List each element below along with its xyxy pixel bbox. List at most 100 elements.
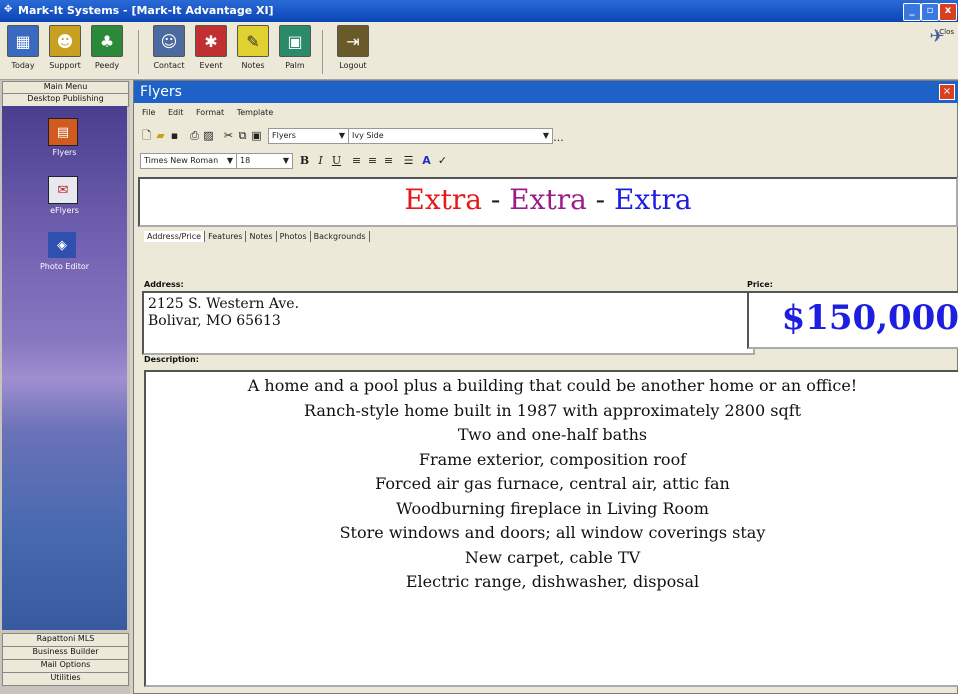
sidebar-business-builder[interactable]: Business Builder <box>2 646 129 660</box>
align-center-icon[interactable]: ≡ <box>366 154 379 167</box>
tab-photos[interactable]: Photos <box>277 231 311 242</box>
bold-icon[interactable]: B <box>298 154 311 167</box>
support-button[interactable]: ☻ Support <box>44 25 86 77</box>
sidebar-mail-options[interactable]: Mail Options <box>2 659 129 673</box>
cut-icon[interactable]: ✂ <box>222 129 235 142</box>
print-icon[interactable]: ⎙ <box>188 129 201 142</box>
headline-field[interactable]: Extra - Extra - Extra <box>138 177 958 227</box>
contact-icon: ☺ <box>153 25 185 57</box>
headline-part-2: Extra <box>509 183 587 216</box>
toolbar-separator <box>322 30 323 74</box>
address-line-1: 2125 S. Western Ave. <box>148 296 300 312</box>
event-button[interactable]: ✱ Event <box>190 25 232 77</box>
paste-icon[interactable]: ▣ <box>250 129 263 142</box>
peedy-label: Peedy <box>94 61 120 70</box>
parrot-icon: ♣ <box>91 25 123 57</box>
align-right-icon[interactable]: ≡ <box>382 154 395 167</box>
size-select[interactable]: 18 ▼ <box>236 153 293 169</box>
description-line: Frame exterior, composition roof <box>418 449 687 469</box>
chevron-down-icon: ▼ <box>542 131 549 140</box>
sidebar-panel: ▤ Flyers ✉ eFlyers ◈ Photo Editor <box>2 106 127 630</box>
description-line: Electric range, dishwasher, disposal <box>405 572 700 591</box>
eflyer-icon[interactable]: ✉ <box>48 176 78 204</box>
description-line: Ranch-style home built in 1987 with appr… <box>303 400 802 420</box>
size-select-value: 18 <box>240 156 251 165</box>
contact-button[interactable]: ☺ Contact <box>148 25 190 77</box>
description-field[interactable]: A home and a pool plus a building that c… <box>144 370 958 687</box>
bullets-icon[interactable]: ☰ <box>402 154 415 167</box>
more-button[interactable]: ... <box>552 131 565 144</box>
sidebar-item-eflyers[interactable]: eFlyers <box>2 206 127 215</box>
toolbar-separator <box>138 30 139 74</box>
notes-button[interactable]: ✎ Notes <box>232 25 274 77</box>
today-button[interactable]: ▦ Today <box>2 25 44 77</box>
font-color-icon[interactable]: A <box>420 154 433 167</box>
menu-file[interactable]: File <box>142 108 155 117</box>
event-icon: ✱ <box>195 25 227 57</box>
flyers-close-button[interactable]: × <box>939 84 955 100</box>
address-label: Address: <box>144 280 184 289</box>
italic-icon[interactable]: I <box>314 154 327 167</box>
peedy-button[interactable]: ♣ Peedy <box>86 25 128 77</box>
tab-backgrounds[interactable]: Backgrounds <box>311 231 370 242</box>
event-label: Event <box>199 61 223 70</box>
menu-format[interactable]: Format <box>196 108 224 117</box>
restore-button[interactable]: ▫ <box>921 3 939 21</box>
font-select[interactable]: Times New Roman ▼ <box>140 153 237 169</box>
flyer-icon[interactable]: ▤ <box>48 118 78 146</box>
tab-features[interactable]: Features <box>205 231 247 242</box>
description-label: Description: <box>144 355 199 364</box>
palm-button[interactable]: ▣ Palm <box>274 25 316 77</box>
logout-icon: ⇥ <box>337 25 369 57</box>
chevron-down-icon: ▼ <box>338 131 345 140</box>
minimize-button[interactable]: _ <box>903 3 921 21</box>
template-select[interactable]: Flyers ▼ <box>268 128 349 144</box>
description-line: Two and one-half baths <box>457 425 648 444</box>
open-icon[interactable]: ▰ <box>154 129 167 142</box>
underline-icon[interactable]: U <box>330 154 343 167</box>
sidebar-item-flyers[interactable]: Flyers <box>2 148 127 157</box>
photo-editor-icon[interactable]: ◈ <box>48 232 76 258</box>
sidebar-item-photo-editor[interactable]: Photo Editor <box>2 262 127 271</box>
description-line: Forced air gas furnace, central air, att… <box>375 474 730 493</box>
template-select-value: Flyers <box>272 131 296 140</box>
sidebar-desktop-publishing[interactable]: Desktop Publishing <box>2 93 129 107</box>
menu-edit[interactable]: Edit <box>168 108 184 117</box>
headline-part-3: Extra <box>614 183 692 216</box>
chevron-down-icon: ▼ <box>282 156 289 165</box>
palm-icon: ▣ <box>279 25 311 57</box>
price-field[interactable]: $150,000 <box>747 291 958 349</box>
description-line: Woodburning fireplace in Living Room <box>396 498 709 518</box>
style-select-value: Ivy Side <box>352 131 384 140</box>
new-icon[interactable]: 🗋 <box>140 129 153 142</box>
menu-bar: File Edit Format Template <box>142 108 283 117</box>
sidebar-rapattoni-mls[interactable]: Rapattoni MLS <box>2 633 129 647</box>
logout-button[interactable]: ⇥ Logout <box>332 25 374 77</box>
style-select[interactable]: Ivy Side ▼ <box>348 128 553 144</box>
tab-notes[interactable]: Notes <box>246 231 277 242</box>
standard-toolbar: 🗋 ▰ ▪ ⎙ ▨ ✂ ⧉ ▣ Flyers ▼ Ivy Side ▼ ... <box>138 126 638 146</box>
chevron-down-icon: ▼ <box>226 156 233 165</box>
sidebar: Main Menu Desktop Publishing ▤ Flyers ✉ … <box>0 80 130 694</box>
palm-label: Palm <box>285 61 305 70</box>
copy-icon[interactable]: ⧉ <box>236 129 249 142</box>
preview-icon[interactable]: ▨ <box>202 129 215 142</box>
save-icon[interactable]: ▪ <box>168 129 181 142</box>
flyers-window: Flyers × File Edit Format Template 🗋 ▰ ▪… <box>133 80 958 694</box>
align-left-icon[interactable]: ≡ <box>350 154 363 167</box>
calendar-icon: ▦ <box>7 25 39 57</box>
menu-template[interactable]: Template <box>237 108 274 117</box>
address-line-2: Bolivar, MO 65613 <box>148 313 281 329</box>
address-field[interactable]: 2125 S. Western Ave. Bolivar, MO 65613 <box>142 291 755 355</box>
close-button[interactable]: x <box>939 3 957 21</box>
sidebar-utilities[interactable]: Utilities <box>2 672 129 686</box>
description-line: New carpet, cable TV <box>464 547 641 567</box>
format-toolbar: Times New Roman ▼ 18 ▼ B I U ≡ ≡ ≡ ☰ A ✓ <box>138 151 638 171</box>
logout-label: Logout <box>339 61 367 70</box>
headline-separator-2: - <box>586 183 615 216</box>
spell-check-icon[interactable]: ✓ <box>436 154 449 167</box>
notes-label: Notes <box>241 61 265 70</box>
close-app-button[interactable]: ✈ Clos <box>920 28 954 58</box>
headline-separator-1: - <box>481 183 510 216</box>
tab-address-price[interactable]: Address/Price <box>144 231 206 242</box>
